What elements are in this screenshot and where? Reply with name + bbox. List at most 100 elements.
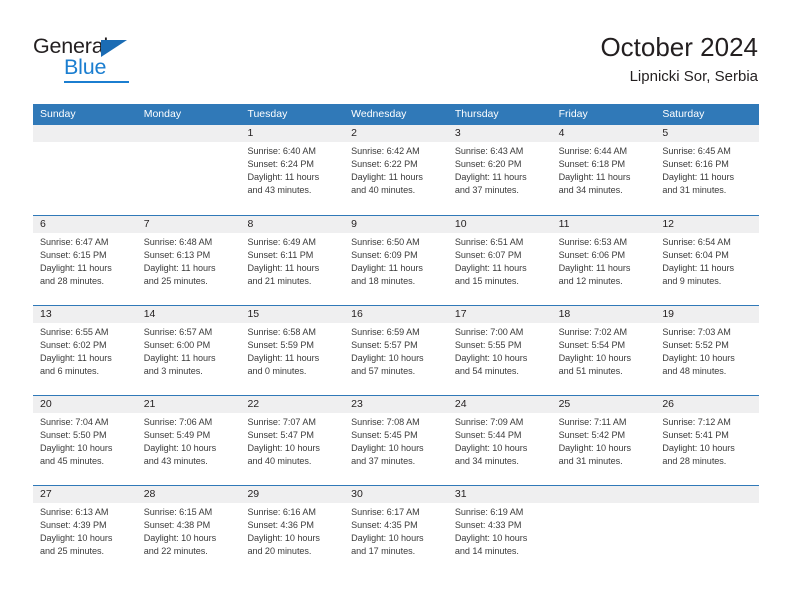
day-cell-20[interactable]: 20 Sunrise: 7:04 AM Sunset: 5:50 PM Dayligh… bbox=[33, 396, 137, 485]
daylight-line-1: Daylight: 11 hours bbox=[40, 353, 112, 364]
sunset-line: Sunset: 5:42 PM bbox=[558, 430, 626, 441]
day-cell-23[interactable]: 23 Sunrise: 7:08 AM Sunset: 5:45 PM Dayligh… bbox=[344, 396, 448, 485]
daylight-line-2: and 3 minutes. bbox=[143, 366, 203, 377]
day-cell-7[interactable]: 7 Sunrise: 6:48 AM Sunset: 6:13 PM Daylight… bbox=[136, 216, 241, 305]
day-cell-22[interactable]: 22 Sunrise: 7:07 AM Sunset: 5:47 PM Dayligh… bbox=[240, 396, 345, 485]
day-number-band: 20 bbox=[33, 396, 137, 413]
sunrise-line: Sunrise: 6:58 AM bbox=[247, 327, 316, 337]
weekday-header-row: Sunday Monday Tuesday Wednesday Thursday Frid… bbox=[33, 104, 759, 125]
page-header: General Blue October 2024 Lipnicki Sor, … bbox=[0, 0, 792, 100]
sunrise-line: Sunrise: 6:43 AM bbox=[454, 146, 524, 156]
day-number: 29 bbox=[247, 488, 260, 500]
sunset-line: Sunset: 4:38 PM bbox=[143, 520, 211, 531]
day-cell-21[interactable]: 21 Sunrise: 7:06 AM Sunset: 5:49 PM Dayligh… bbox=[136, 396, 241, 485]
day-cell-27[interactable]: 27 Sunrise: 6:13 AM Sunset: 4:39 PM Dayligh… bbox=[33, 486, 137, 575]
sunrise-line: Sunrise: 7:12 AM bbox=[662, 417, 731, 427]
sunrise-line: Sunrise: 6:40 AM bbox=[247, 146, 316, 156]
day-cell-6[interactable]: 6 Sunrise: 6:47 AM Sunset: 6:15 PM Daylight… bbox=[33, 216, 137, 305]
daylight-line-2: and 18 minutes. bbox=[351, 276, 416, 287]
day-number: 17 bbox=[454, 308, 467, 320]
daylight-line-1: Daylight: 10 hours bbox=[247, 533, 320, 544]
sunset-line: Sunset: 6:06 PM bbox=[558, 250, 626, 261]
day-cell-10[interactable]: 10 Sunrise: 6:51 AM Sunset: 6:07 PM Dayligh… bbox=[447, 216, 552, 305]
day-cell-29[interactable]: 29 Sunrise: 6:16 AM Sunset: 4:36 PM Dayligh… bbox=[240, 486, 345, 575]
daylight-line-1: Daylight: 10 hours bbox=[40, 533, 113, 544]
day-cell-5[interactable]: 5 Sunrise: 6:45 AM Sunset: 6:16 PM Daylight… bbox=[655, 125, 760, 215]
day-number-band bbox=[551, 486, 656, 503]
daylight-line-2: and 40 minutes. bbox=[247, 456, 312, 467]
daylight-line-1: Daylight: 10 hours bbox=[454, 443, 528, 454]
day-detail-block: Sunrise: 6:16 AM Sunset: 4:36 PM Daylight:… bbox=[240, 503, 344, 558]
sunrise-line: Sunrise: 6:16 AM bbox=[247, 507, 316, 517]
daylight-line-1: Daylight: 10 hours bbox=[247, 443, 320, 454]
day-cell-9[interactable]: 9 Sunrise: 6:50 AM Sunset: 6:09 PM Daylight… bbox=[344, 216, 448, 305]
day-detail-block: Sunrise: 7:09 AM Sunset: 5:44 PM Daylight:… bbox=[448, 413, 552, 468]
weekday-header-tuesday: Tuesday bbox=[247, 108, 288, 120]
day-number-band: 29 bbox=[240, 486, 345, 503]
day-detail-block bbox=[137, 142, 241, 145]
day-cell-4[interactable]: 4 Sunrise: 6:44 AM Sunset: 6:18 PM Daylight… bbox=[551, 125, 656, 215]
day-cell-1[interactable]: 1 Sunrise: 6:40 AM Sunset: 6:24 PM Daylight… bbox=[240, 125, 345, 215]
day-number-band: 5 bbox=[655, 125, 760, 142]
day-number: 28 bbox=[143, 488, 156, 500]
sunset-line: Sunset: 5:54 PM bbox=[558, 340, 626, 351]
day-cell-28[interactable]: 28 Sunrise: 6:15 AM Sunset: 4:38 PM Dayligh… bbox=[136, 486, 241, 575]
day-cell-13[interactable]: 13 Sunrise: 6:55 AM Sunset: 6:02 PM Dayligh… bbox=[33, 306, 137, 395]
day-cell-17[interactable]: 17 Sunrise: 7:00 AM Sunset: 5:55 PM Dayligh… bbox=[447, 306, 552, 395]
daylight-line-2: and 57 minutes. bbox=[351, 366, 416, 377]
day-detail-block: Sunrise: 7:03 AM Sunset: 5:52 PM Daylight:… bbox=[655, 323, 759, 378]
day-cell-19[interactable]: 19 Sunrise: 7:03 AM Sunset: 5:52 PM Dayligh… bbox=[655, 306, 760, 395]
day-cell-11[interactable]: 11 Sunrise: 6:53 AM Sunset: 6:06 PM Dayligh… bbox=[551, 216, 656, 305]
day-cell-25[interactable]: 25 Sunrise: 7:11 AM Sunset: 5:42 PM Dayligh… bbox=[551, 396, 656, 485]
sunset-line: Sunset: 5:55 PM bbox=[454, 340, 522, 351]
day-number: 4 bbox=[558, 127, 565, 139]
day-number: 3 bbox=[454, 127, 461, 139]
day-cell-3[interactable]: 3 Sunrise: 6:43 AM Sunset: 6:20 PM Daylight… bbox=[447, 125, 552, 215]
daylight-line-2: and 37 minutes. bbox=[351, 456, 416, 467]
day-cell-empty bbox=[136, 125, 241, 215]
sunset-line: Sunset: 6:04 PM bbox=[662, 250, 729, 261]
day-number-band: 27 bbox=[33, 486, 137, 503]
daylight-line-2: and 31 minutes. bbox=[558, 456, 623, 467]
day-cell-31[interactable]: 31 Sunrise: 6:19 AM Sunset: 4:33 PM Dayligh… bbox=[447, 486, 552, 575]
daylight-line-2: and 48 minutes. bbox=[662, 366, 727, 377]
day-cell-16[interactable]: 16 Sunrise: 6:59 AM Sunset: 5:57 PM Dayligh… bbox=[344, 306, 448, 395]
sunrise-line: Sunrise: 7:08 AM bbox=[351, 417, 420, 427]
day-cell-18[interactable]: 18 Sunrise: 7:02 AM Sunset: 5:54 PM Dayligh… bbox=[551, 306, 656, 395]
day-cell-15[interactable]: 15 Sunrise: 6:58 AM Sunset: 5:59 PM Dayligh… bbox=[240, 306, 345, 395]
day-number-band: 21 bbox=[136, 396, 241, 413]
day-number-band: 17 bbox=[447, 306, 552, 323]
calendar-week-row: 6 Sunrise: 6:47 AM Sunset: 6:15 PM Daylight… bbox=[33, 215, 760, 305]
day-cell-26[interactable]: 26 Sunrise: 7:12 AM Sunset: 5:41 PM Dayligh… bbox=[655, 396, 760, 485]
daylight-line-2: and 20 minutes. bbox=[247, 546, 312, 557]
day-cell-2[interactable]: 2 Sunrise: 6:42 AM Sunset: 6:22 PM Daylight… bbox=[344, 125, 448, 215]
daylight-line-1: Daylight: 10 hours bbox=[662, 443, 735, 454]
daylight-line-1: Daylight: 10 hours bbox=[143, 533, 217, 544]
daylight-line-2: and 6 minutes. bbox=[40, 366, 99, 377]
daylight-line-1: Daylight: 11 hours bbox=[351, 263, 423, 274]
day-cell-14[interactable]: 14 Sunrise: 6:57 AM Sunset: 6:00 PM Dayligh… bbox=[136, 306, 241, 395]
daylight-line-2: and 43 minutes. bbox=[143, 456, 208, 467]
day-cell-30[interactable]: 30 Sunrise: 6:17 AM Sunset: 4:35 PM Dayligh… bbox=[344, 486, 448, 575]
daylight-line-2: and 12 minutes. bbox=[558, 276, 623, 287]
daylight-line-1: Daylight: 11 hours bbox=[454, 172, 527, 183]
day-number: 27 bbox=[40, 488, 52, 500]
daylight-line-1: Daylight: 11 hours bbox=[351, 172, 423, 183]
sunrise-line: Sunrise: 6:13 AM bbox=[40, 507, 109, 517]
day-cell-24[interactable]: 24 Sunrise: 7:09 AM Sunset: 5:44 PM Dayligh… bbox=[447, 396, 552, 485]
day-number: 30 bbox=[351, 488, 363, 500]
day-cell-12[interactable]: 12 Sunrise: 6:54 AM Sunset: 6:04 PM Dayligh… bbox=[655, 216, 760, 305]
sunset-line: Sunset: 4:39 PM bbox=[40, 520, 107, 531]
daylight-line-2: and 0 minutes. bbox=[247, 366, 307, 377]
daylight-line-1: Daylight: 10 hours bbox=[558, 443, 631, 454]
day-detail-block: Sunrise: 7:04 AM Sunset: 5:50 PM Daylight:… bbox=[33, 413, 137, 468]
logo-underline bbox=[64, 81, 129, 83]
sunrise-line: Sunrise: 6:47 AM bbox=[40, 237, 109, 247]
daylight-line-1: Daylight: 10 hours bbox=[143, 443, 217, 454]
day-cell-8[interactable]: 8 Sunrise: 6:49 AM Sunset: 6:11 PM Daylight… bbox=[240, 216, 345, 305]
sunrise-line: Sunrise: 6:55 AM bbox=[40, 327, 109, 337]
day-detail-block: Sunrise: 7:02 AM Sunset: 5:54 PM Daylight:… bbox=[552, 323, 656, 378]
sunset-line: Sunset: 6:09 PM bbox=[351, 250, 418, 261]
day-detail-block: Sunrise: 6:50 AM Sunset: 6:09 PM Daylight:… bbox=[344, 233, 448, 288]
calendar-weeks: 1 Sunrise: 6:40 AM Sunset: 6:24 PM Daylight… bbox=[33, 125, 760, 575]
